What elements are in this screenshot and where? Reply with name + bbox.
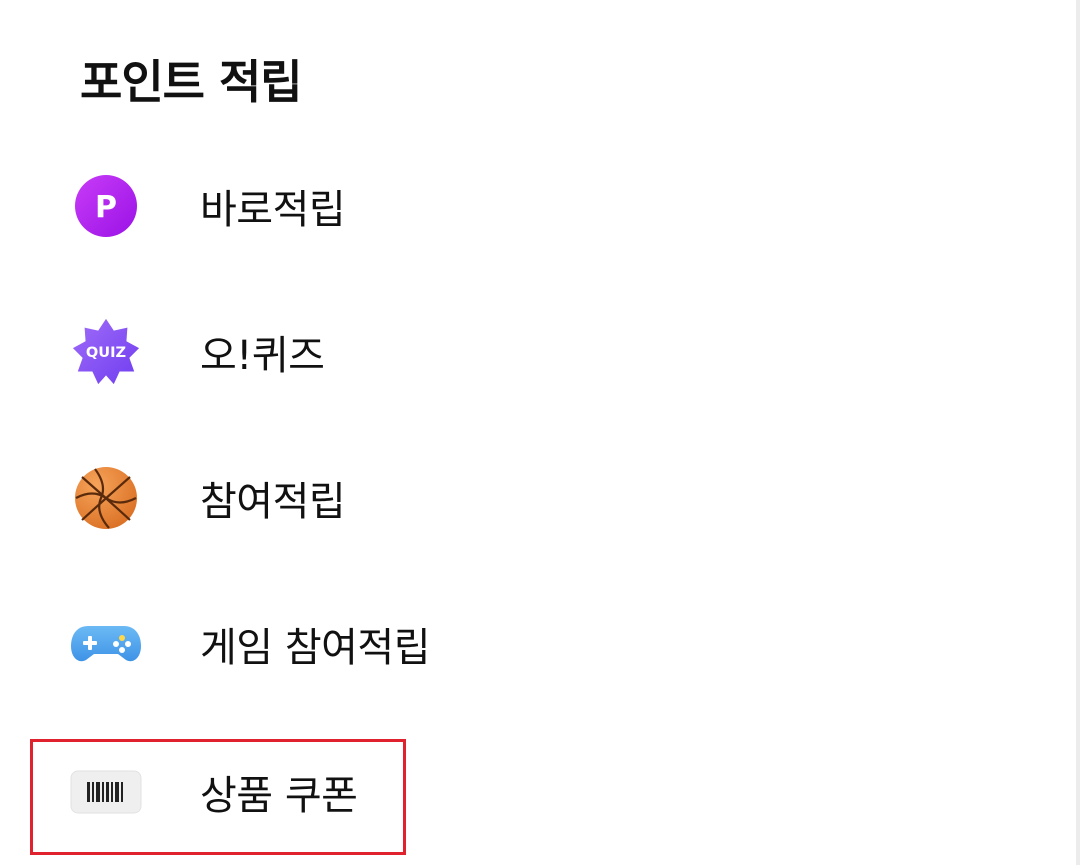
basketball-icon — [70, 462, 142, 534]
menu-item-instant-earn[interactable]: P 바로적립 — [60, 156, 480, 256]
menu-item-label: 상품 쿠폰 — [200, 773, 358, 819]
quiz-badge-text: QUIZ — [86, 344, 126, 361]
section-title: 포인트 적립 — [80, 55, 303, 109]
menu-item-label: 참여적립 — [200, 479, 346, 525]
point-p-icon: P — [70, 170, 142, 242]
svg-text:P: P — [95, 190, 117, 225]
menu-item-label: 바로적립 — [200, 187, 346, 233]
barcode-icon — [70, 756, 142, 828]
menu-item-participation-earn[interactable]: 참여적립 — [60, 448, 480, 548]
menu-item-label: 오!퀴즈 — [200, 333, 325, 379]
menu-item-product-coupon[interactable]: 상품 쿠폰 — [60, 742, 480, 842]
quiz-badge-icon: QUIZ — [70, 316, 142, 388]
panel-edge — [1076, 0, 1080, 865]
menu-item-label: 게임 참여적립 — [200, 625, 431, 671]
menu-item-game-earn[interactable]: 게임 참여적립 — [60, 594, 480, 694]
gamepad-icon — [70, 608, 142, 680]
point-earn-panel: 포인트 적립 P 바로적립 QUIZ 오!퀴즈 참여적립 게임 참여적립 상품 … — [0, 0, 1080, 865]
menu-item-quiz[interactable]: QUIZ 오!퀴즈 — [60, 302, 480, 402]
